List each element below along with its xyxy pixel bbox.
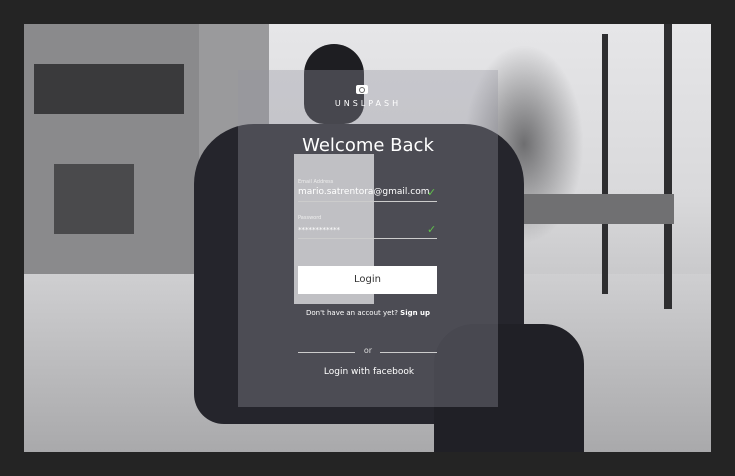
password-label: Password bbox=[298, 215, 322, 221]
email-label: Email Address bbox=[298, 179, 334, 185]
email-field[interactable]: mario.satrentora@gmail.com bbox=[298, 187, 430, 197]
password-field[interactable]: ************ bbox=[298, 226, 340, 234]
login-button[interactable]: Login bbox=[298, 266, 437, 294]
signup-link[interactable]: Sign up bbox=[400, 309, 430, 317]
camera-icon bbox=[356, 85, 368, 94]
divider-right bbox=[380, 352, 437, 353]
email-valid-check-icon: ✓ bbox=[427, 186, 437, 199]
or-divider-text: or bbox=[363, 346, 373, 355]
divider-left bbox=[298, 352, 355, 353]
facebook-login-link[interactable]: Login with facebook bbox=[298, 367, 440, 377]
signup-row: Don't have an accout yet? Sign up bbox=[280, 309, 456, 317]
page-title: Welcome Back bbox=[302, 135, 434, 156]
email-underline bbox=[298, 201, 437, 202]
password-underline bbox=[298, 238, 437, 239]
brand-logo: UNSLPASH bbox=[334, 99, 402, 108]
password-valid-check-icon: ✓ bbox=[427, 223, 437, 236]
signup-prompt: Don't have an accout yet? bbox=[305, 309, 398, 317]
